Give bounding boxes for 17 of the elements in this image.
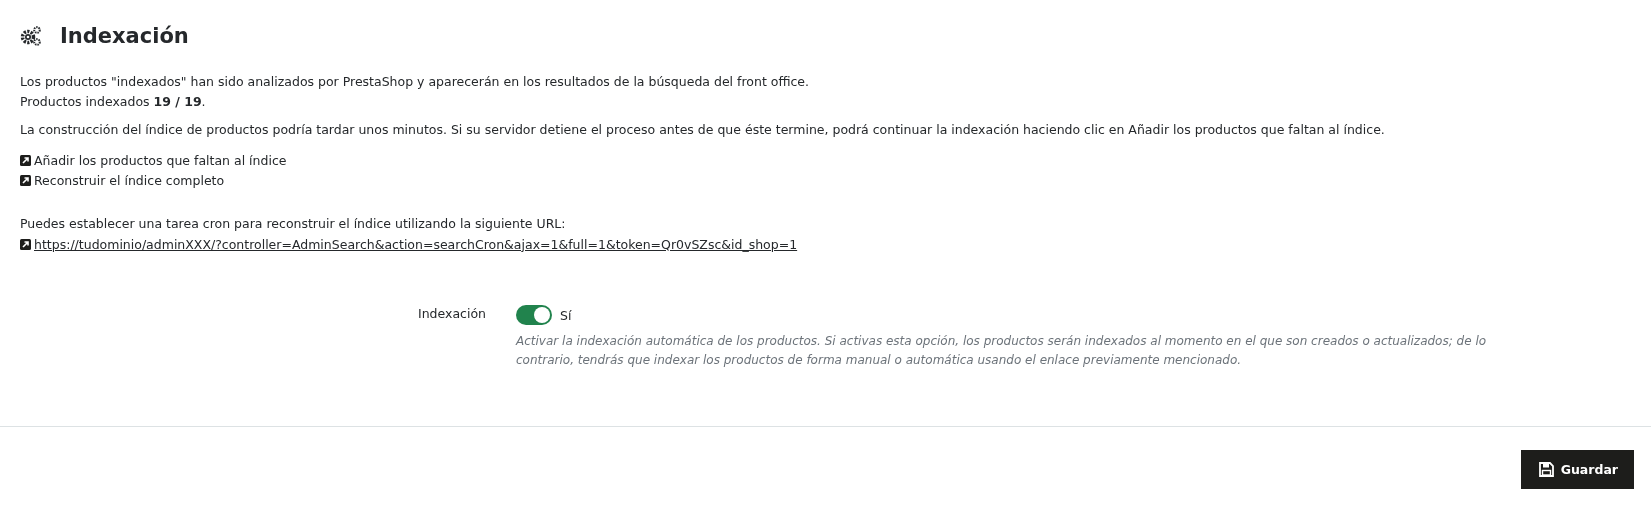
toggle-switch[interactable] — [516, 305, 552, 325]
action-link[interactable]: Añadir los productos que faltan al índice — [34, 152, 287, 168]
cron-url-link[interactable]: https://tudominio/adminXXX/?controller=AdminSearch&action=searchCron&ajax=1&full=1&token=Qr0vSZsc&id_shop=1 — [34, 236, 798, 252]
external-link-icon — [20, 238, 31, 250]
intro-text: Productos indexados 19 / 19. — [20, 93, 207, 111]
help-text: Activar la indexación automática de los productos. Si activas esta opción, los productos serán indexados al momento en el que son creados o actualizados; de lo contrario, tendrás que indexar los productos de forma manual o automática usando el enlace previamente mencionado. — [516, 333, 1488, 369]
toggle-value: Sí — [560, 307, 572, 323]
page-title: Indexación — [60, 24, 189, 48]
action-link[interactable]: Reconstruir el índice completo — [34, 172, 225, 188]
note-text: La construcción del índice de productos podría tardar unos minutos. Si su servidor detiene el proceso antes de que éste termine, podrá continuar la indexación haciendo clic en Añadir los productos que faltan al índice. — [20, 121, 1386, 139]
gears-icon — [20, 25, 42, 47]
external-link-icon — [20, 174, 31, 186]
intro-text: Los productos "indexados" han sido analizados por PrestaShop y aparecerán en los resultados de la búsqueda del front office. — [20, 73, 811, 91]
save-button[interactable]: Guardar — [1520, 450, 1634, 489]
cron-text: Puedes establecer una tarea cron para reconstruir el índice utilizando la siguiente URL: — [20, 215, 567, 233]
external-link-icon — [20, 154, 31, 166]
setting-label: Indexación — [417, 305, 486, 323]
